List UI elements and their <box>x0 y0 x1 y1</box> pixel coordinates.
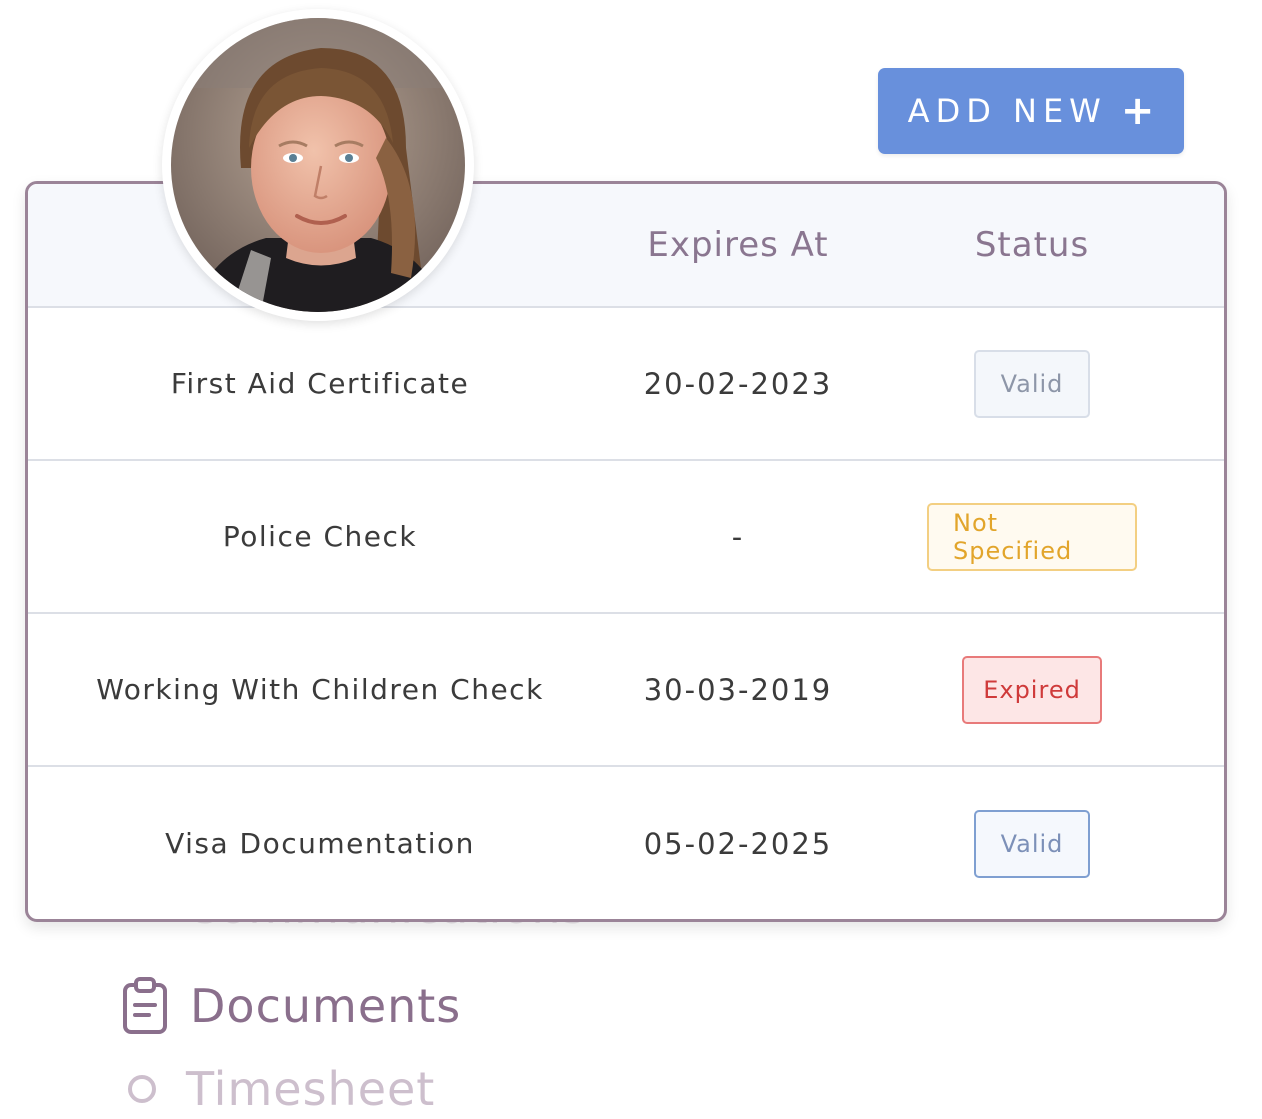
status-badge: Expired <box>962 655 1102 724</box>
add-new-button[interactable]: ADD NEW + <box>878 68 1184 154</box>
document-name: Working With Children Check <box>96 673 544 706</box>
table-row[interactable]: Working With Children Check 30-03-2019 E… <box>28 614 1224 767</box>
nav-item-label: Timesheet <box>186 1062 436 1116</box>
avatar <box>162 9 474 321</box>
expiry-date: - <box>731 519 745 554</box>
column-header-expires: Expires At <box>647 225 829 265</box>
status-badge: Not Specified <box>927 502 1137 571</box>
circle-icon <box>128 1075 156 1103</box>
document-name: Police Check <box>222 520 418 553</box>
column-header-status: Status <box>974 225 1090 265</box>
nav-item-timesheet[interactable]: Timesheet <box>122 1062 435 1116</box>
status-cell: Not Specified <box>908 461 1156 612</box>
table-row[interactable]: Police Check - Not Specified <box>28 461 1224 614</box>
add-new-label: ADD NEW <box>907 92 1107 130</box>
avatar-photo <box>171 18 465 312</box>
clipboard-icon <box>123 977 167 1034</box>
status-cell: Valid <box>908 308 1156 459</box>
status-cell: Expired <box>908 614 1156 765</box>
expiry-date: 30-03-2019 <box>643 672 833 707</box>
nav-item-label: Documents <box>190 979 462 1033</box>
table-row[interactable]: Visa Documentation 05-02-2025 Valid <box>28 767 1224 919</box>
document-name: First Aid Certificate <box>170 367 470 400</box>
document-name: Visa Documentation <box>165 827 475 860</box>
table-row[interactable]: First Aid Certificate 20-02-2023 Valid <box>28 308 1224 461</box>
plus-icon: + <box>1120 88 1155 134</box>
status-badge: Valid <box>974 809 1090 878</box>
expiry-date: 20-02-2023 <box>643 366 833 401</box>
expiry-date: 05-02-2025 <box>643 826 833 861</box>
documents-table-card: Expires At Status First Aid Certificate … <box>25 181 1227 922</box>
status-badge: Valid <box>974 349 1090 418</box>
status-cell: Valid <box>908 767 1156 919</box>
nav-item-documents[interactable]: Documents <box>122 977 461 1035</box>
